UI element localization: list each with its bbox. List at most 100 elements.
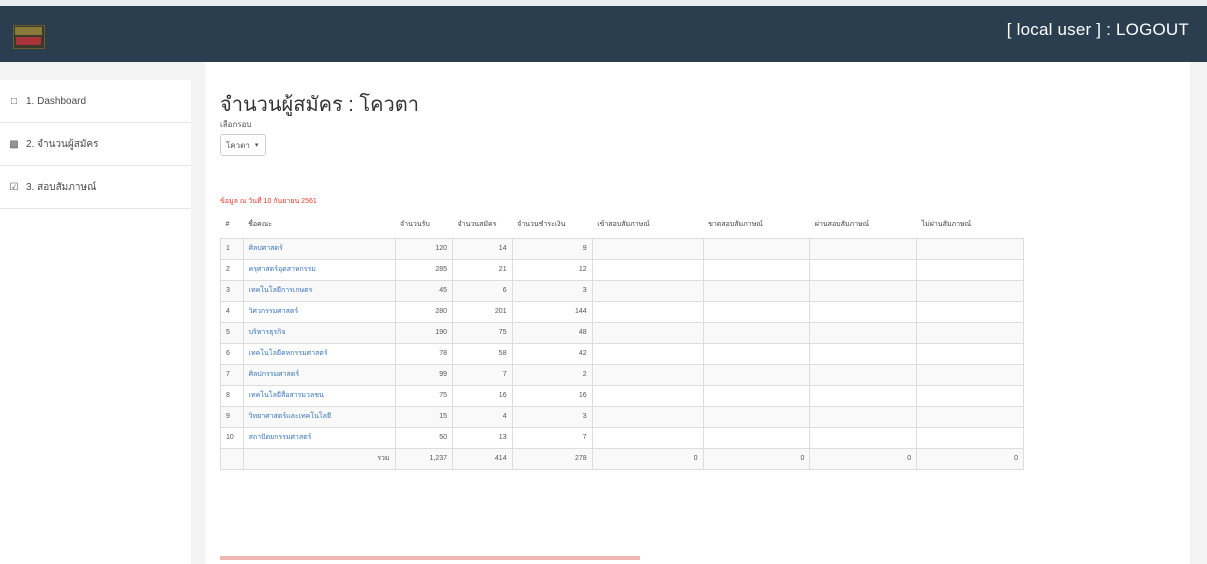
col-header: ไม่ผ่านสัมภาษณ์ [916,211,1024,239]
table-cell: 201 [452,300,513,323]
table-cell: 280 [394,300,454,323]
faculty-link[interactable]: เทคโนโลยีการเกษตร [242,279,396,302]
col-header: เข้าสอบสัมภาษณ์ [592,211,704,239]
table-cell [591,384,704,407]
table-cell: 285 [394,258,454,281]
table-cell [591,321,704,344]
table-cell [916,258,1024,281]
faculty-link[interactable]: เทคโนโลยีสื่อสารมวลชน [242,384,396,407]
monitor-icon: □ [10,95,18,107]
sidebar-item-interview[interactable]: ☑ 3. สอบสัมภาษณ์ [0,166,191,209]
table-cell: 7 [511,426,593,449]
table-cell: 14 [452,237,513,260]
col-header: จำนวนสมัคร [452,211,513,239]
table-cell: 4 [452,405,513,428]
table-cell: 4 [220,300,244,323]
sidebar-item-label: 2. จำนวนผู้สมัคร [26,138,99,150]
table-cell [591,279,704,302]
table-cell: 12 [511,258,593,281]
table-cell [916,342,1024,365]
sidebar-item-applicants[interactable]: ▩ 2. จำนวนผู้สมัคร [0,123,191,166]
table-body: 1 ศิลปศาสตร์ 120 14 9 2 ครุศาสตร์อุตสาหกรรม 285… [220,237,1024,470]
table-cell: 1 [220,237,244,260]
table-cell [591,342,704,365]
table-cell: 58 [452,342,513,365]
table-cell [220,447,244,470]
table-cell: 99 [394,363,454,386]
table-cell: 6 [220,342,244,365]
table-cell: 75 [452,321,513,344]
content-gutter [191,62,205,564]
table-cell: 48 [511,321,593,344]
table-cell: 5 [220,321,244,344]
faculty-link[interactable]: ครุศาสตร์อุตสาหกรรม [242,258,396,281]
table-cell: 3 [511,279,593,302]
faculty-link[interactable]: บริหารธุรกิจ [242,321,396,344]
table-cell [809,342,918,365]
table-total-row: รวม 1,237 414 278 0 0 0 0 [220,447,1024,470]
faculty-link[interactable]: เทคโนโลยีคหกรรมศาสตร์ [242,342,396,365]
table-cell [702,426,811,449]
round-select-value: โควตา [226,140,250,150]
sidebar-item-dashboard[interactable]: □ 1. Dashboard [0,80,191,123]
table-row: 5 บริหารธุรกิจ 190 75 48 [220,321,1024,344]
total-value: 278 [511,447,593,470]
faculty-link[interactable]: ศิลปกรรมศาสตร์ [242,363,396,386]
table-row: 2 ครุศาสตร์อุตสาหกรรม 285 21 12 [220,258,1024,281]
table-row: 6 เทคโนโลยีคหกรรมศาสตร์ 78 58 42 [220,342,1024,365]
table-row: 3 เทคโนโลยีการเกษตร 45 6 3 [220,279,1024,302]
table-cell: 6 [452,279,513,302]
table-cell [916,237,1024,260]
table-cell [809,279,918,302]
bar-chart-icon: ▩ [9,138,19,150]
table-cell [809,258,918,281]
applicants-table: # ชื่อคณะ จำนวนรับ จำนวนสมัคร จำนวนชำระเ… [220,211,1024,470]
table-cell: 144 [511,300,593,323]
total-value: 0 [702,447,811,470]
faculty-link[interactable]: วิศวกรรมศาสตร์ [242,300,396,323]
sidebar-item-label: 1. Dashboard [26,95,87,107]
faculty-link[interactable]: วิทยาศาสตร์และเทคโนโลยี [242,405,396,428]
table-cell [702,363,811,386]
table-row: 8 เทคโนโลยีสื่อสารมวลชน 75 16 16 [220,384,1024,407]
table-cell [591,300,704,323]
university-logo[interactable] [13,25,45,49]
table-cell: 10 [220,426,244,449]
table-cell [702,342,811,365]
table-cell [702,384,811,407]
table-cell: 8 [220,384,244,407]
sidebar-item-label: 3. สอบสัมภาษณ์ [26,181,97,193]
table-cell: 3 [220,279,244,302]
main-content: จำนวนผู้สมัคร : โควตา เลือกรอบ โควตา ▾ ข… [205,62,1190,564]
table-cell [916,363,1024,386]
total-label: รวม [242,447,396,470]
round-select[interactable]: โควตา ▾ [220,134,266,156]
table-row: 4 วิศวกรรมศาสตร์ 280 201 144 [220,300,1024,323]
table-row: 10 สถาปัตยกรรมศาสตร์ 50 13 7 [220,426,1024,449]
table-cell [809,405,918,428]
table-row: 9 วิทยาศาสตร์และเทคโนโลยี 15 4 3 [220,405,1024,428]
table-cell [591,258,704,281]
faculty-link[interactable]: ศิลปศาสตร์ [242,237,396,260]
col-header: จำนวนรับ [395,211,453,239]
table-cell [916,279,1024,302]
table-cell: 2 [220,258,244,281]
total-value: 0 [591,447,704,470]
total-value: 414 [452,447,513,470]
table-cell [591,405,704,428]
table-header-row: # ชื่อคณะ จำนวนรับ จำนวนสมัคร จำนวนชำระเ… [220,211,1024,239]
table-cell: 7 [452,363,513,386]
table-cell: 16 [452,384,513,407]
col-header: ชื่อคณะ [243,211,396,239]
total-value: 0 [809,447,918,470]
table-cell [702,258,811,281]
table-cell: 120 [394,237,454,260]
table-cell [591,363,704,386]
logout-link[interactable]: [ local user ] : LOGOUT [1007,20,1189,40]
table-cell [702,279,811,302]
faculty-link[interactable]: สถาปัตยกรรมศาสตร์ [242,426,396,449]
table-cell [702,321,811,344]
table-cell [916,300,1024,323]
table-cell: 190 [394,321,454,344]
table-row: 1 ศิลปศาสตร์ 120 14 9 [220,237,1024,260]
